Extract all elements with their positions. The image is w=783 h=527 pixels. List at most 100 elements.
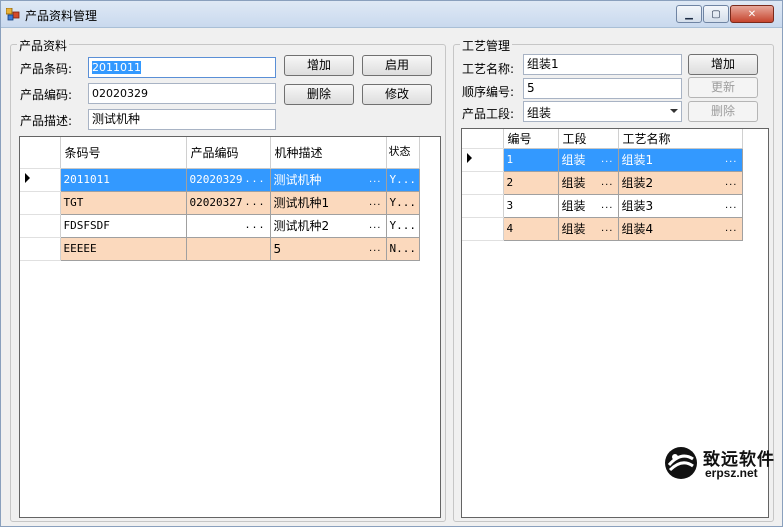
cell-barcode[interactable]: FDSFSDF [60, 214, 187, 238]
col-header-id[interactable]: 编号 [503, 129, 559, 149]
stage-label: 产品工段: [462, 107, 515, 121]
table-row[interactable]: TGT 02020327... 测试机种1... Y... [20, 191, 420, 215]
process-delete-button[interactable]: 删除 [688, 101, 758, 122]
table-row[interactable]: 4 组装... 组装4... [462, 217, 743, 241]
row-selector[interactable] [20, 237, 61, 261]
barcode-input[interactable]: 2011011 [88, 57, 276, 78]
ellipsis-icon: ... [724, 222, 738, 234]
cell-code[interactable]: 02020327... [186, 191, 271, 215]
code-input-value: 02020329 [92, 87, 148, 100]
stage-select-value: 组装 [527, 106, 552, 120]
cell-desc[interactable]: 测试机种2... [270, 214, 387, 238]
cell-process-name[interactable]: 组装2... [618, 171, 743, 195]
product-delete-button[interactable]: 删除 [284, 84, 354, 105]
process-name-input[interactable]: 组装1 [523, 54, 682, 75]
col-header-desc[interactable]: 机种描述 [270, 137, 387, 169]
title-bar[interactable]: 产品资料管理 ▁ ▢ ✕ [1, 1, 782, 28]
product-enable-button[interactable]: 启用 [362, 55, 432, 76]
ellipsis-icon: ... [600, 153, 614, 165]
cell-status[interactable]: Y... [386, 168, 420, 192]
process-name-label: 工艺名称: [462, 62, 515, 76]
cell-stage[interactable]: 组装... [558, 171, 619, 195]
desc-input[interactable]: 测试机种 [88, 109, 276, 130]
seq-input-value: 5 [527, 81, 535, 95]
row-selector[interactable] [20, 191, 61, 215]
maximize-button[interactable]: ▢ [703, 5, 729, 23]
col-header-stage[interactable]: 工段 [558, 129, 619, 149]
cell-barcode[interactable]: TGT [60, 191, 187, 215]
col-header-status[interactable]: 状态 [386, 137, 420, 169]
cell-process-name[interactable]: 组装3... [618, 194, 743, 218]
cell-code-text: 02020329 [189, 173, 243, 186]
cell-code[interactable]: 02020329... [186, 168, 271, 192]
table-row[interactable]: 2011011 02020329... 测试机种... Y... [20, 168, 420, 192]
cell-id[interactable]: 2 [503, 171, 559, 195]
col-header-process-name[interactable]: 工艺名称 [618, 129, 743, 149]
col-header-code[interactable]: 产品编码 [186, 137, 271, 169]
cell-status[interactable]: Y... [386, 191, 420, 215]
cell-process-name-text: 组装2 [621, 176, 654, 190]
ellipsis-icon: ... [368, 219, 382, 231]
table-row[interactable]: 1 组装... 组装1... [462, 148, 743, 172]
ellipsis-icon: ... [368, 196, 382, 208]
cell-code[interactable] [186, 237, 271, 261]
row-selector[interactable] [462, 171, 504, 195]
product-group-title: 产品资料 [17, 37, 70, 54]
current-row-arrow-icon [467, 153, 472, 163]
table-row[interactable]: FDSFSDF ... 测试机种2... Y... [20, 214, 420, 238]
cell-code[interactable]: ... [186, 214, 271, 238]
table-row[interactable]: EEEEE 5... N... [20, 237, 420, 261]
cell-stage[interactable]: 组装... [558, 217, 619, 241]
cell-barcode[interactable]: 2011011 [60, 168, 187, 192]
chevron-down-icon[interactable] [670, 109, 678, 113]
barcode-label: 产品条码: [20, 62, 73, 76]
cell-desc-text: 测试机种1 [273, 196, 330, 210]
app-icon [6, 8, 20, 21]
table-row[interactable]: 3 组装... 组装3... [462, 194, 743, 218]
cell-stage-text: 组装 [561, 153, 586, 167]
cell-id[interactable]: 1 [503, 148, 559, 172]
ellipsis-icon: ... [600, 176, 614, 188]
col-header-barcode[interactable]: 条码号 [60, 137, 187, 169]
stage-select[interactable]: 组装 [523, 101, 682, 122]
row-selector[interactable] [20, 214, 61, 238]
seq-input[interactable]: 5 [523, 78, 682, 99]
cell-desc[interactable]: 测试机种1... [270, 191, 387, 215]
cell-stage-text: 组装 [561, 199, 586, 213]
cell-status[interactable]: N... [386, 237, 420, 261]
window-title: 产品资料管理 [25, 9, 98, 23]
process-table: 编号 工段 工艺名称 1 组装... 组装1... 2 组装... 组装2... [462, 129, 743, 241]
cell-desc[interactable]: 5... [270, 237, 387, 261]
cell-stage-text: 组装 [561, 176, 586, 190]
ellipsis-icon: ... [244, 173, 266, 185]
close-button[interactable]: ✕ [730, 5, 774, 23]
cell-id[interactable]: 3 [503, 194, 559, 218]
cell-stage[interactable]: 组装... [558, 148, 619, 172]
cell-stage[interactable]: 组装... [558, 194, 619, 218]
row-selector[interactable] [462, 217, 504, 241]
cell-desc[interactable]: 测试机种... [270, 168, 387, 192]
process-update-button[interactable]: 更新 [688, 77, 758, 98]
product-grid[interactable]: 条码号 产品编码 机种描述 状态 2011011 02020329... 测试机… [19, 136, 441, 518]
product-add-button[interactable]: 增加 [284, 55, 354, 76]
process-add-button[interactable]: 增加 [688, 54, 758, 75]
code-input[interactable]: 02020329 [88, 83, 276, 104]
cell-status[interactable]: Y... [386, 214, 420, 238]
cell-id[interactable]: 4 [503, 217, 559, 241]
seq-label: 顺序编号: [462, 85, 515, 99]
row-selector[interactable] [462, 148, 504, 172]
ellipsis-icon: ... [724, 199, 738, 211]
main-window: 产品资料管理 ▁ ▢ ✕ 产品资料 产品条码: 2011011 产品编码: 02… [0, 0, 783, 527]
cell-code-text: 02020327 [189, 196, 243, 209]
watermark: 致远软件 erpsz.net [663, 443, 775, 485]
cell-process-name-text: 组装3 [621, 199, 654, 213]
cell-process-name[interactable]: 组装1... [618, 148, 743, 172]
table-row[interactable]: 2 组装... 组装2... [462, 171, 743, 195]
cell-barcode[interactable]: EEEEE [60, 237, 187, 261]
row-selector[interactable] [20, 168, 61, 192]
minimize-button[interactable]: ▁ [676, 5, 702, 23]
product-edit-button[interactable]: 修改 [362, 84, 432, 105]
cell-process-name[interactable]: 组装4... [618, 217, 743, 241]
row-selector[interactable] [462, 194, 504, 218]
ellipsis-icon: ... [368, 173, 382, 185]
